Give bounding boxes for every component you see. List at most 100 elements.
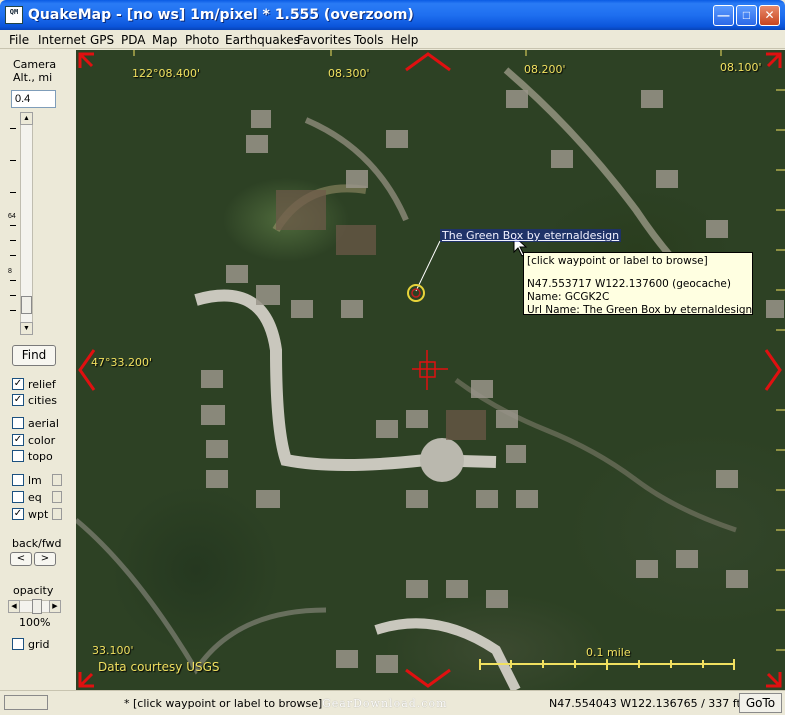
close-button[interactable]: ✕ xyxy=(759,5,780,26)
goto-button[interactable]: GoTo xyxy=(739,693,782,713)
color-checkbox[interactable]: ✓ xyxy=(12,434,24,446)
menu-internet[interactable]: Internet xyxy=(38,33,86,47)
opacity-slider-thumb[interactable] xyxy=(32,599,42,614)
camera-altitude-input[interactable]: 0.4 xyxy=(11,90,56,108)
relief-checkbox-row[interactable]: ✓ relief xyxy=(12,377,56,391)
slider-tick xyxy=(10,160,16,161)
tooltip-hint: [click waypoint or label to browse] xyxy=(527,255,708,267)
aerial-checkbox[interactable] xyxy=(12,417,24,429)
crosshair-icon xyxy=(412,350,448,390)
waypoint-marker-icon[interactable] xyxy=(407,284,425,302)
window-title: QuakeMap - [no ws] 1m/pixel * 1.555 (ove… xyxy=(28,7,414,23)
grid-label: grid xyxy=(28,637,50,651)
lm-options-button[interactable] xyxy=(52,474,62,486)
minimize-button[interactable]: — xyxy=(713,5,734,26)
slider-tick xyxy=(10,280,16,281)
slider-tick xyxy=(10,240,16,241)
status-bar: * [click waypoint or label to browse] Ge… xyxy=(0,690,785,715)
arrow-right-icon: ▶ xyxy=(52,603,58,610)
wpt-options-button[interactable] xyxy=(52,508,62,520)
menu-earthquakes[interactable]: Earthquakes xyxy=(225,33,300,47)
eq-checkbox-row[interactable]: eq xyxy=(12,490,42,504)
title-bar[interactable]: QM QuakeMap - [no ws] 1m/pixel * 1.555 (… xyxy=(0,0,785,30)
scale-bar xyxy=(479,659,735,670)
maximize-icon: □ xyxy=(742,8,751,22)
close-icon: ✕ xyxy=(764,8,775,22)
eq-checkbox[interactable] xyxy=(12,491,24,503)
slider-tick xyxy=(10,225,16,226)
pan-arrows[interactable] xyxy=(78,52,782,688)
cities-checkbox-row[interactable]: ✓ cities xyxy=(12,393,57,407)
eq-label: eq xyxy=(28,490,42,504)
status-hint: * [click waypoint or label to browse] xyxy=(124,697,323,710)
tick-label-8: 8 xyxy=(8,268,12,275)
menu-favorites[interactable]: Favorites xyxy=(297,33,351,47)
opacity-left-button[interactable]: ◀ xyxy=(8,600,20,613)
topo-checkbox[interactable] xyxy=(12,450,24,462)
scale-label: 0.1 mile xyxy=(586,646,631,659)
cursor-position: N47.554043 W122.136765 / 337 ft xyxy=(549,697,741,710)
slider-down-button[interactable]: ▼ xyxy=(20,322,33,335)
menu-gps[interactable]: GPS xyxy=(90,33,114,47)
color-checkbox-row[interactable]: ✓ color xyxy=(12,433,55,447)
houses xyxy=(201,90,784,673)
map-overlay xyxy=(76,50,785,690)
pan-up-icon xyxy=(405,52,451,72)
tooltip-url-name: Url Name: The Green Box by eternaldesign xyxy=(527,304,753,316)
backfwd-label: back/fwd xyxy=(12,537,62,550)
altitude-slider[interactable] xyxy=(20,112,33,324)
opacity-right-button[interactable]: ▶ xyxy=(49,600,61,613)
grid-checkbox-row[interactable]: grid xyxy=(12,637,50,651)
waypoint-tooltip: [click waypoint or label to browse] N47.… xyxy=(523,252,753,316)
topo-checkbox-row[interactable]: topo xyxy=(12,449,53,463)
wpt-checkbox[interactable]: ✓ xyxy=(12,508,24,520)
longitude-label: 08.200' xyxy=(524,63,566,76)
altitude-slider-thumb[interactable] xyxy=(21,296,32,314)
altitude-label: Alt., mi xyxy=(13,71,53,84)
aerial-checkbox-row[interactable]: aerial xyxy=(12,416,59,430)
opacity-label: opacity xyxy=(13,584,54,597)
menu-tools[interactable]: Tools xyxy=(354,33,384,47)
lm-checkbox[interactable] xyxy=(12,474,24,486)
tooltip-name: Name: GCGK2C xyxy=(527,291,610,303)
camera-label: Camera xyxy=(13,58,57,71)
maximize-button[interactable]: □ xyxy=(736,5,757,26)
map-view[interactable]: 122°08.400' 08.300' 08.200' 08.100' 47°3… xyxy=(76,50,785,690)
opacity-value: 100% xyxy=(19,616,51,629)
forward-button[interactable]: > xyxy=(34,552,56,566)
relief-label: relief xyxy=(28,377,56,391)
data-credit: Data courtesy USGS xyxy=(98,660,220,674)
watermark: GearDownload.com xyxy=(322,697,448,710)
wpt-checkbox-row[interactable]: ✓ wpt xyxy=(12,507,48,521)
arrow-down-icon: ▼ xyxy=(23,325,30,332)
waypoint-label-link[interactable]: The Green Box by eternaldesign xyxy=(440,229,622,242)
cul-de-sac xyxy=(420,438,464,482)
longitude-label: 08.300' xyxy=(328,67,370,80)
cities-label: cities xyxy=(28,393,57,407)
find-button[interactable]: Find xyxy=(12,345,56,366)
back-button[interactable]: < xyxy=(10,552,32,566)
pan-right-icon xyxy=(764,349,782,391)
waypoint-leader-line xyxy=(415,240,441,292)
slider-tick xyxy=(10,128,16,129)
menu-pda[interactable]: PDA xyxy=(121,33,145,47)
relief-checkbox[interactable]: ✓ xyxy=(12,378,24,390)
cities-checkbox[interactable]: ✓ xyxy=(12,394,24,406)
grid-checkbox[interactable] xyxy=(12,638,24,650)
slider-tick xyxy=(10,295,16,296)
slider-up-button[interactable]: ▲ xyxy=(20,112,33,125)
app-icon: QM xyxy=(5,6,23,24)
lm-label: lm xyxy=(28,473,42,487)
lm-checkbox-row[interactable]: lm xyxy=(12,473,42,487)
arrow-up-icon: ▲ xyxy=(23,115,30,122)
menu-map[interactable]: Map xyxy=(152,33,177,47)
tooltip-coordinates: N47.553717 W122.137600 (geocache) xyxy=(527,278,731,290)
eq-options-button[interactable] xyxy=(52,491,62,503)
longitude-label: 122°08.400' xyxy=(132,67,201,80)
menu-file[interactable]: File xyxy=(9,33,29,47)
aerial-label: aerial xyxy=(28,416,59,430)
menu-photo[interactable]: Photo xyxy=(185,33,219,47)
latitude-label: 47°33.200' xyxy=(91,356,153,369)
menu-help[interactable]: Help xyxy=(391,33,418,47)
pan-down-icon xyxy=(405,668,451,688)
